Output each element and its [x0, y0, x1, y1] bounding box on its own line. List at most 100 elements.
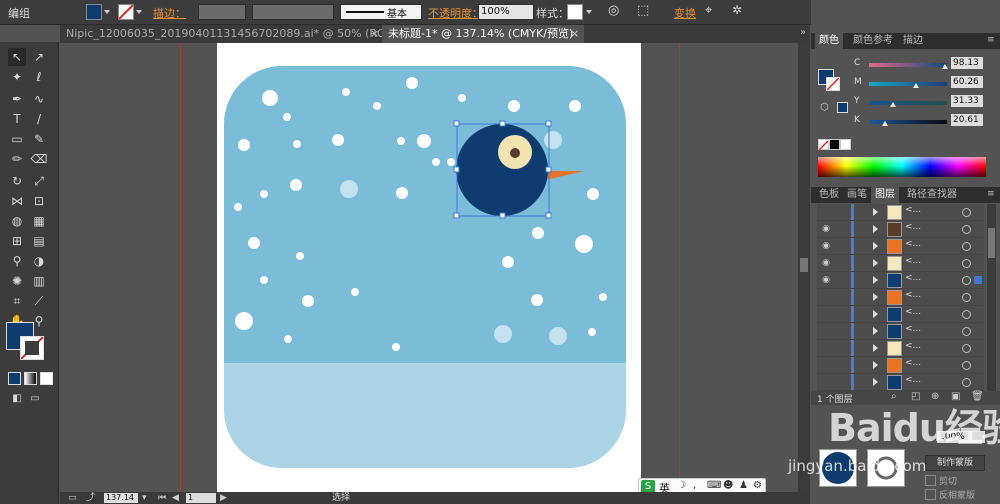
tab-swatches[interactable]: 色板 — [815, 187, 843, 203]
pen-tool-icon[interactable]: ✒ — [8, 90, 26, 108]
color-spectrum[interactable] — [818, 157, 986, 177]
options-icon[interactable]: ✲ — [732, 3, 742, 17]
skin-icon[interactable]: ☻ — [723, 480, 733, 491]
prev-page-icon[interactable]: ◀ — [172, 492, 179, 504]
eyedropper-icon[interactable]: ⚲ — [8, 252, 26, 270]
stroke-weight-dropdown[interactable] — [198, 4, 246, 20]
opacity-input[interactable]: 100% — [478, 4, 534, 20]
scale-tool-icon[interactable]: ⤢ — [30, 172, 48, 190]
target-icon[interactable] — [962, 225, 971, 234]
style-swatch[interactable] — [567, 4, 583, 20]
layer-row-10[interactable]: <... — [817, 357, 984, 374]
transform-label[interactable]: 变换 — [674, 5, 696, 21]
draw-mode-icon[interactable]: ◧ — [8, 390, 26, 408]
layer-row-8[interactable]: <... — [817, 323, 984, 340]
visibility-icon[interactable] — [820, 376, 832, 388]
nav-icon[interactable]: ▭ — [68, 492, 77, 504]
symbol-sprayer-icon[interactable]: ✺ — [8, 272, 26, 290]
visibility-icon[interactable] — [820, 359, 832, 371]
tab-color-guide[interactable]: 颜色参考 — [849, 33, 897, 49]
gradient-tool-icon[interactable]: ▤ — [30, 232, 48, 250]
target-icon[interactable] — [962, 378, 971, 387]
tab-document-2[interactable]: 未标题-1* @ 137.14% (CMYK/预览) — [382, 25, 584, 43]
layer-row-9[interactable]: <... — [817, 340, 984, 357]
close-icon[interactable]: × — [570, 27, 579, 40]
target-icon[interactable] — [962, 310, 971, 319]
ime-toolbar[interactable]: S 英 ☽ , ⌨ ☻ ♟ ⚙ — [638, 478, 766, 492]
fill-swatch[interactable] — [86, 4, 102, 20]
slider-k[interactable]: K 20.61 — [851, 114, 991, 129]
new-layer-icon[interactable]: ▣ — [951, 391, 960, 402]
out-of-gamut-icon[interactable]: ⬡ — [820, 102, 829, 113]
m-value[interactable]: 60.26 — [951, 76, 983, 88]
c-value[interactable]: 98.13 — [951, 57, 983, 69]
layer-row-11[interactable]: <... — [817, 374, 984, 391]
tab-color[interactable]: 颜色 — [815, 33, 843, 49]
screen-mode-icon[interactable]: ▭ — [26, 390, 44, 408]
export-icon[interactable]: ⤴ — [86, 492, 95, 504]
align-icon[interactable]: ⬚ — [637, 3, 649, 18]
canvas-area[interactable]: S 英 ☽ , ⌨ ☻ ♟ ⚙ — [60, 43, 797, 492]
keyboard-icon[interactable]: ⌨ — [707, 480, 721, 491]
curvature-tool-icon[interactable]: ∿ — [30, 90, 48, 108]
tab-layers[interactable]: 图层 — [871, 187, 899, 203]
slider-m[interactable]: M 60.26 — [851, 76, 991, 91]
vertical-scrollbar[interactable] — [798, 43, 810, 492]
white-swatch[interactable] — [840, 139, 851, 150]
k-value[interactable]: 20.61 — [951, 114, 983, 126]
slider-c[interactable]: C 98.13 — [851, 57, 991, 72]
variable-width-dropdown[interactable] — [252, 4, 334, 20]
stroke-color-box[interactable] — [20, 336, 44, 360]
recolor-icon[interactable]: ◎ — [608, 3, 619, 18]
target-icon[interactable] — [962, 293, 971, 302]
isolate-icon[interactable]: ⌖ — [705, 3, 712, 18]
moon-icon[interactable]: ☽ — [677, 480, 686, 491]
visibility-icon[interactable] — [820, 325, 832, 337]
brush-definition-dropdown[interactable]: 基本 — [340, 4, 422, 20]
width-tool-icon[interactable]: ⋈ — [8, 192, 26, 210]
first-page-icon[interactable]: ⏮ — [158, 492, 166, 504]
mask-thumb[interactable] — [867, 449, 905, 487]
target-icon[interactable] — [962, 327, 971, 336]
free-transform-icon[interactable]: ⊡ — [30, 192, 48, 210]
panel-menu-icon[interactable]: ≡ — [987, 189, 995, 199]
target-icon[interactable] — [962, 208, 971, 217]
tab-brushes[interactable]: 画笔 — [843, 187, 871, 203]
layer-row-2[interactable]: ◉ <... — [817, 221, 984, 238]
panel-menu-icon[interactable]: ≡ — [987, 35, 995, 45]
column-graph-icon[interactable]: ▥ — [30, 272, 48, 290]
visibility-icon[interactable]: ◉ — [820, 223, 832, 235]
target-icon[interactable] — [962, 344, 971, 353]
invert-mask-checkbox[interactable] — [925, 489, 936, 500]
black-swatch[interactable] — [829, 139, 840, 150]
perspective-grid-icon[interactable]: ▦ — [30, 212, 48, 230]
lasso-icon[interactable]: ℓ — [30, 68, 48, 86]
transparency-opacity-input[interactable]: 100% — [937, 431, 985, 443]
scroll-thumb[interactable] — [988, 228, 995, 258]
blend-tool-icon[interactable]: ◑ — [30, 252, 48, 270]
slider-handle[interactable] — [882, 121, 889, 126]
slider-handle[interactable] — [912, 83, 919, 88]
gradient-mode-icon[interactable] — [24, 372, 37, 385]
y-value[interactable]: 31.33 — [951, 95, 983, 107]
visibility-icon[interactable] — [820, 291, 832, 303]
slider-y[interactable]: Y 31.33 — [851, 95, 991, 110]
next-page-icon[interactable]: ▶ — [220, 492, 227, 504]
paintbrush-icon[interactable]: ✎ — [30, 130, 48, 148]
direct-selection-tool-icon[interactable]: ↗ — [30, 48, 48, 66]
tab-document-1[interactable]: Nipic_12006035_20190401131456702089.ai* … — [60, 25, 382, 43]
layer-row-7[interactable]: <... — [817, 306, 984, 323]
close-icon[interactable]: × — [370, 27, 379, 40]
chevron-down-icon[interactable]: ▾ — [142, 492, 147, 504]
type-tool-icon[interactable]: T — [8, 110, 26, 128]
new-sublayer-icon[interactable]: ⊕ — [931, 391, 939, 402]
locate-object-icon[interactable]: ⌕ — [891, 391, 897, 402]
eraser-icon[interactable]: ⌫ — [30, 150, 48, 168]
target-icon[interactable] — [962, 242, 971, 251]
layer-row-4[interactable]: ◉ <... — [817, 255, 984, 272]
visibility-icon[interactable]: ◉ — [820, 240, 832, 252]
slice-tool-icon[interactable]: ⟋ — [30, 292, 48, 310]
settings-icon[interactable]: ⚙ — [753, 480, 762, 491]
stroke-swatch[interactable] — [118, 4, 134, 20]
gamut-swatch[interactable] — [837, 102, 848, 113]
